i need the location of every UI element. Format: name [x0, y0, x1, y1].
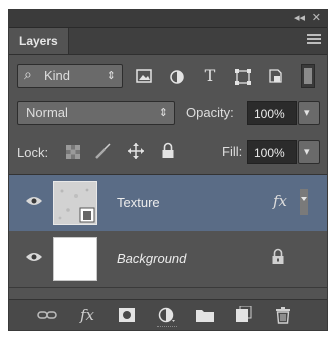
layer-row-background[interactable]: Background [9, 231, 327, 288]
filter-toggle[interactable] [301, 64, 315, 88]
trash-icon[interactable] [273, 306, 293, 324]
fill-field[interactable]: 100% [247, 140, 297, 164]
lock-image-icon[interactable] [94, 142, 112, 160]
stepper-icon: ⇕ [106, 69, 116, 82]
opacity-dropdown-button[interactable]: ▾ [298, 101, 320, 125]
fill-dropdown-button[interactable]: ▾ [298, 140, 320, 164]
lock-position-icon[interactable] [127, 142, 145, 160]
blend-row: Normal ⇕ Opacity: 100% ▾ [9, 98, 327, 128]
opacity-value: 100% [254, 107, 285, 121]
image-filter-icon[interactable] [136, 69, 152, 83]
close-icon[interactable]: ✕ [312, 11, 321, 25]
opacity-field[interactable]: 100% [247, 101, 297, 125]
layer-thumbnail [53, 181, 97, 225]
filter-row: ⌕ Kind ⇕ T [9, 62, 327, 92]
fill-value: 100% [254, 146, 285, 160]
filter-kind-label: Kind [44, 68, 71, 83]
blend-mode-value: Normal [26, 105, 68, 120]
layers-panel: ◂◂ ✕ Layers ⌕ Kind ⇕ T Normal ⇕ Opacity:… [8, 9, 328, 331]
layers-list: Texture fx Background [9, 174, 327, 303]
chevron-down-icon: ▾ [304, 106, 310, 119]
link-layers-icon[interactable] [37, 306, 57, 324]
collapse-icon[interactable]: ◂◂ [294, 11, 305, 25]
adjustment-icon[interactable] [157, 306, 177, 324]
eye-icon[interactable] [25, 251, 43, 265]
bottom-toolbar: fx [9, 299, 327, 330]
type-filter-icon[interactable]: T [202, 66, 218, 86]
group-folder-icon[interactable] [195, 306, 215, 324]
mask-icon[interactable] [117, 306, 137, 324]
new-layer-icon[interactable] [233, 305, 253, 324]
lock-icon[interactable] [271, 248, 285, 266]
stepper-icon: ⇕ [158, 106, 168, 119]
eye-icon[interactable] [25, 195, 43, 209]
fx-icon[interactable]: fx [77, 306, 97, 324]
adjustment-filter-icon[interactable] [169, 69, 185, 85]
layer-row-texture[interactable]: Texture fx [9, 175, 327, 232]
shape-filter-icon[interactable] [235, 69, 251, 85]
lock-row: Lock: Fill: 100% ▾ [9, 136, 327, 166]
smart-object-filter-icon[interactable] [267, 68, 283, 84]
layer-thumbnail [53, 237, 97, 281]
resize-grip[interactable] [157, 326, 177, 329]
lock-label: Lock: [17, 145, 49, 160]
tab-layers[interactable]: Layers [9, 28, 69, 54]
chevron-down-icon: ▾ [304, 145, 310, 158]
tab-bar: Layers [9, 28, 327, 55]
lock-all-icon[interactable] [161, 142, 175, 160]
layer-name[interactable]: Texture [117, 195, 160, 210]
layer-name[interactable]: Background [117, 251, 186, 266]
panel-titlebar: ◂◂ ✕ [9, 10, 327, 28]
search-icon: ⌕ [24, 67, 32, 83]
filter-kind-select[interactable]: ⌕ Kind ⇕ [17, 64, 123, 88]
lock-transparent-icon[interactable] [65, 144, 81, 160]
panel-menu-icon[interactable] [307, 34, 321, 46]
effects-expand-icon[interactable] [299, 187, 309, 217]
fill-label: Fill: [222, 144, 243, 159]
opacity-label: Opacity: [186, 105, 234, 120]
fx-icon[interactable]: fx [273, 192, 287, 210]
blend-mode-select[interactable]: Normal ⇕ [17, 101, 175, 125]
